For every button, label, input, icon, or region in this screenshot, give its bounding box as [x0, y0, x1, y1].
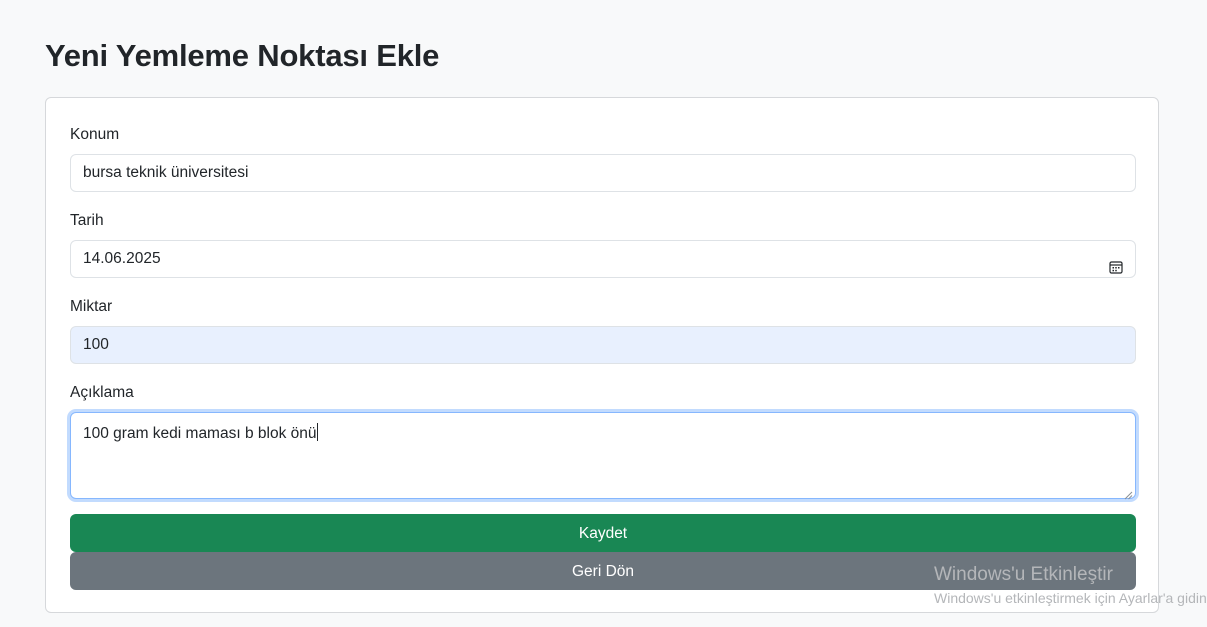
form-card: Konum bursa teknik üniversitesi Tarih 14… — [45, 97, 1159, 613]
location-label: Konum — [70, 126, 120, 143]
text-caret — [317, 423, 319, 441]
save-button[interactable]: Kaydet — [70, 514, 1136, 552]
amount-label: Miktar — [70, 298, 113, 315]
date-input[interactable]: 14.06.2025 — [70, 240, 1136, 278]
page-title: Yeni Yemleme Noktası Ekle — [45, 38, 440, 73]
date-label: Tarih — [70, 212, 104, 229]
calendar-icon[interactable] — [1109, 252, 1123, 274]
resize-handle-icon[interactable] — [1123, 486, 1133, 500]
description-text: 100 gram kedi maması b blok önü — [83, 425, 317, 442]
activation-watermark-title: Windows'u Etkinleştir — [934, 564, 1113, 585]
date-value: 14.06.2025 — [83, 250, 161, 267]
activation-watermark-subtitle: Windows'u etkinleştirmek için Ayarlar'a … — [934, 590, 1207, 606]
amount-input[interactable]: 100 — [70, 326, 1136, 364]
description-label: Açıklama — [70, 384, 134, 401]
page: Yeni Yemleme Noktası Ekle Konum bursa te… — [0, 0, 1207, 627]
description-textarea[interactable]: 100 gram kedi maması b blok önü — [70, 412, 1136, 500]
location-input[interactable]: bursa teknik üniversitesi — [70, 154, 1136, 192]
